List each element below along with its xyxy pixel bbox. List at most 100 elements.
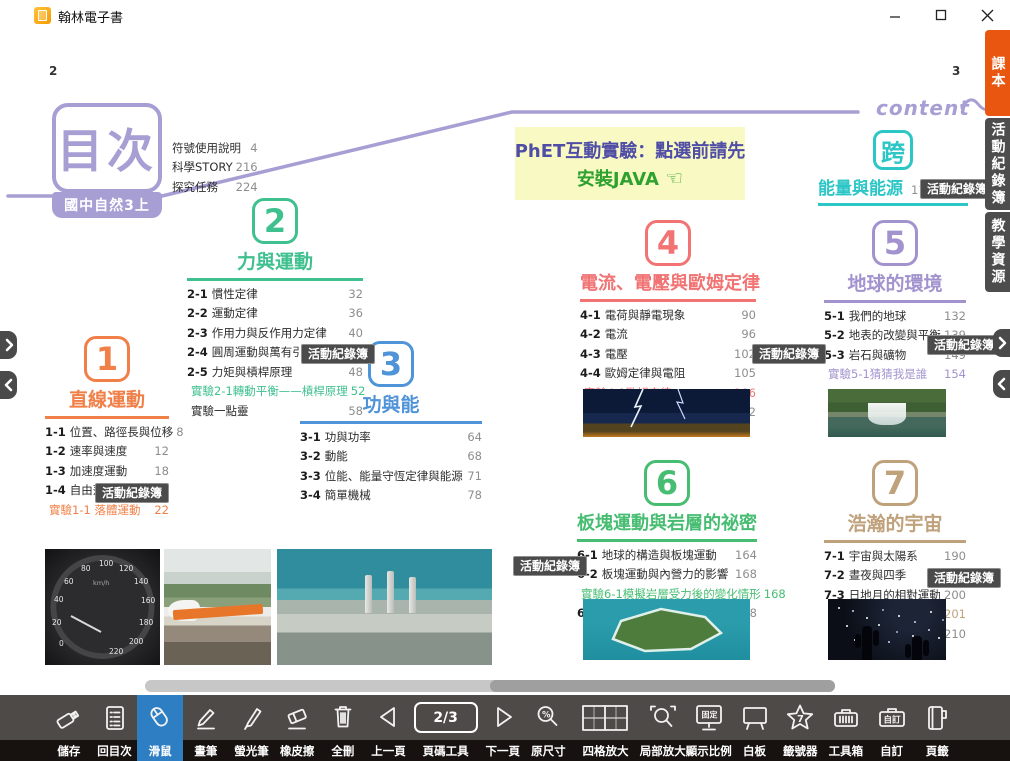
tab-textbook[interactable]: 課本 — [985, 30, 1010, 116]
gauge-number: 220 — [109, 647, 123, 656]
prev-page-tool[interactable]: 上一頁 — [366, 695, 412, 761]
toc-entry[interactable]: 2-1 慣性定律 32 — [187, 286, 363, 302]
toc-entry[interactable]: 3-1 功與功率 64 — [300, 429, 482, 445]
toolbox-tool[interactable]: 工具箱 — [823, 695, 869, 761]
number-picker-tool[interactable]: 7 籤號器 — [777, 695, 823, 761]
whiteboard-tool[interactable]: 白板 — [732, 695, 778, 761]
toc-entry[interactable]: 3-2 動能 68 — [300, 448, 482, 464]
activity-book-badge[interactable]: 活動紀錄簿 — [920, 179, 994, 199]
toc-entry[interactable]: 6-2 板塊運動與內營力的影響 168 — [577, 566, 757, 582]
toc-title-box: 目次 — [52, 103, 162, 193]
activity-book-badge[interactable]: 活動紀錄簿 — [513, 556, 587, 576]
bookmark-tool[interactable]: 頁籤 — [914, 695, 960, 761]
chapter-title[interactable]: 地球的環境 — [824, 269, 966, 296]
original-size-tool[interactable]: % 原尺寸 — [526, 695, 572, 761]
toc-entry[interactable]: 7-1 宇宙與太陽系 190 — [824, 548, 966, 564]
activity-book-badge[interactable]: 活動紀錄簿 — [95, 483, 169, 503]
entry-page: 71 — [464, 469, 482, 483]
toc-entry[interactable]: 實驗5-1猜猜我是誰 154 — [824, 366, 966, 382]
toc-entry[interactable]: 3-3 位能、能量守恆定律與能源 71 — [300, 468, 482, 484]
horizontal-scrollbar[interactable] — [145, 680, 835, 692]
toc-entry[interactable]: 1-1 位置、路徑長與位移 8 — [45, 424, 169, 440]
toc-entry[interactable]: 2-2 運動定律 36 — [187, 305, 363, 321]
entry-number: 3-4 — [300, 488, 321, 502]
toc-entry[interactable]: 實驗1-1 落體運動 22 — [45, 502, 169, 518]
entry-number: 3-1 — [300, 430, 321, 444]
whiteboard-icon — [740, 703, 770, 733]
tool-label: 自訂 — [880, 740, 903, 761]
tool-label: 籤號器 — [783, 740, 818, 761]
toc-entry[interactable]: 6-1 地球的構造與板塊運動 164 — [577, 547, 757, 563]
toc-entry[interactable]: 4-4 歐姆定律與電阻 105 — [580, 365, 756, 381]
activity-book-badge[interactable]: 活動紀錄簿 — [301, 344, 375, 364]
monitor-fixed-icon: 固定 — [693, 703, 725, 733]
right-edge-back-button[interactable] — [993, 370, 1010, 398]
toc-entry[interactable]: 科學STORY 216 — [172, 159, 258, 175]
chapter-title[interactable]: 電流、電壓與歐姆定律 — [580, 269, 756, 295]
chapter-title[interactable]: 力與運動 — [187, 247, 363, 274]
tool-label: 工具箱 — [829, 740, 864, 761]
toc-entry[interactable]: 5-1 我們的地球 132 — [824, 308, 966, 324]
entry-label: 地球的構造與板塊運動 — [602, 547, 717, 563]
tool-label: 螢光筆 — [234, 740, 269, 761]
left-edge-forward-button[interactable] — [0, 331, 17, 359]
toc-entry[interactable]: 3-4 簡單機械 78 — [300, 487, 482, 503]
chapter-title[interactable]: 直線運動 — [45, 385, 169, 412]
toc-entry[interactable]: 探究任務 224 — [172, 179, 258, 195]
chapter-title[interactable]: 板塊運動與岩層的祕密 — [577, 509, 757, 535]
entry-label: 探究任務 — [172, 179, 218, 195]
entry-page: 36 — [345, 306, 363, 320]
minimize-button[interactable] — [872, 0, 918, 30]
cross-unit-title[interactable]: 能量與能源 — [818, 174, 903, 199]
toc-entry[interactable]: 符號使用說明 4 — [172, 140, 258, 156]
gauge-number: 40 — [54, 595, 64, 604]
close-button[interactable] — [964, 0, 1010, 30]
gauge-number: 100 — [99, 559, 113, 568]
next-page-tool[interactable]: 下一頁 — [480, 695, 526, 761]
chapter-title[interactable]: 功與能 — [300, 390, 482, 417]
toc-entry[interactable]: 2-3 作用力與反作用力定律 40 — [187, 325, 363, 341]
save-tool[interactable]: 儲存 — [46, 695, 92, 761]
chapter-title[interactable]: 浩瀚的宇宙 — [824, 509, 966, 536]
toc-entry[interactable]: 4-2 電流 96 — [580, 326, 756, 342]
activity-book-badge[interactable]: 活動紀錄簿 — [752, 344, 826, 364]
entry-number: 3-2 — [300, 449, 321, 463]
toc-entry[interactable]: 1-3 加速度運動 18 — [45, 463, 169, 479]
entry-page: 168 — [732, 567, 757, 581]
maximize-icon — [935, 9, 947, 21]
toc-entry[interactable]: 4-3 電壓 102 — [580, 346, 756, 362]
custom-tool[interactable]: 自訂 自訂 — [869, 695, 915, 761]
back-to-toc-tool[interactable]: 回目次 — [92, 695, 138, 761]
region-zoom-tool[interactable]: 局部放大 — [640, 695, 686, 761]
tab-teaching-resources[interactable]: 教學資源 — [985, 212, 1010, 292]
entry-label: 我們的地球 — [849, 308, 907, 324]
activity-book-badge[interactable]: 活動紀錄簿 — [927, 335, 1001, 355]
right-edge-forward-button[interactable] — [993, 329, 1010, 357]
left-edge-back-button[interactable] — [0, 371, 17, 399]
entry-label: 速率與速度 — [70, 443, 128, 459]
entry-page: 224 — [233, 180, 258, 194]
page-number-tool[interactable]: 2/3 頁碼工具 — [411, 695, 480, 761]
four-grid-zoom-tool[interactable]: 四格放大 — [571, 695, 640, 761]
highlighter-tool[interactable]: 螢光筆 — [229, 695, 275, 761]
scrollbar-thumb[interactable] — [490, 680, 835, 692]
activity-book-badge[interactable]: 活動紀錄簿 — [927, 568, 1001, 588]
pencil-icon — [191, 703, 221, 733]
page-indicator[interactable]: 2/3 — [414, 702, 478, 733]
toc-entry[interactable]: 4-1 電荷與靜電現象 90 — [580, 307, 756, 323]
display-ratio-tool[interactable]: 固定 顯示比例 — [686, 695, 732, 761]
eraser-tool[interactable]: 橡皮擦 — [274, 695, 320, 761]
entry-page: 32 — [345, 287, 363, 301]
tab-activity-book[interactable]: 活動紀錄簿 — [985, 118, 1010, 210]
tool-label: 白板 — [743, 740, 766, 761]
lightning-photo — [583, 389, 750, 437]
mouse-tool[interactable]: 滑鼠 — [137, 695, 183, 761]
gauge-number: 180 — [139, 618, 153, 627]
svg-text:7: 7 — [797, 714, 804, 725]
gauge-number: 200 — [129, 637, 143, 646]
toc-entry[interactable]: 1-2 速率與速度 12 — [45, 443, 169, 459]
maximize-button[interactable] — [918, 0, 964, 30]
pen-tool[interactable]: 畫筆 — [183, 695, 229, 761]
entry-label: 慣性定律 — [212, 286, 258, 302]
delete-all-tool[interactable]: 全刪 — [320, 695, 366, 761]
